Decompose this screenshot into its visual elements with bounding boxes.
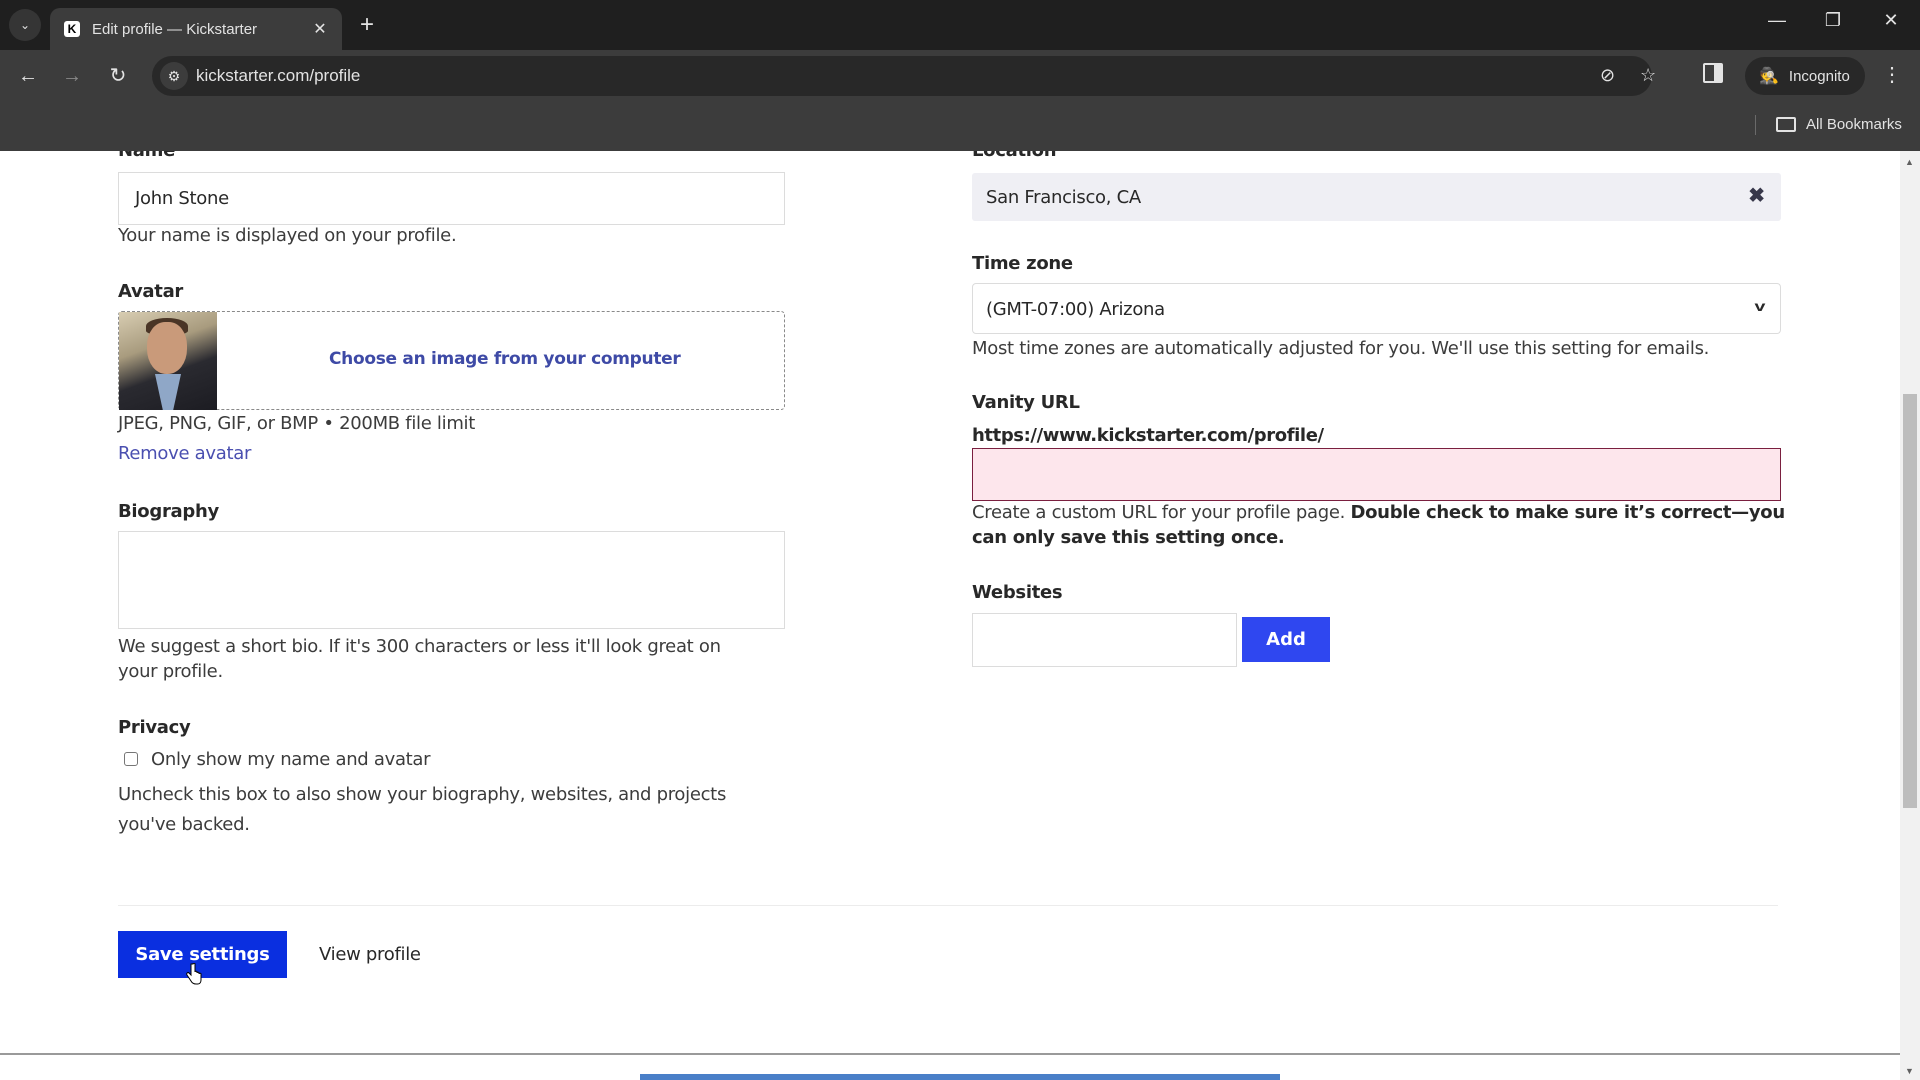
incognito-label: Incognito (1788, 67, 1850, 85)
footer-divider (0, 1053, 1900, 1055)
tab-title: Edit profile — Kickstarter (92, 20, 258, 38)
tab-close-icon[interactable]: ✕ (310, 19, 330, 39)
view-profile-link[interactable]: View profile (319, 944, 421, 965)
all-bookmarks-label: All Bookmarks (1806, 116, 1902, 133)
clear-location-icon[interactable]: ✖ (1748, 183, 1765, 208)
bookmark-star-icon[interactable]: ☆ (1640, 65, 1656, 86)
edit-profile-page: Name John Stone Your name is displayed o… (0, 151, 1900, 1080)
timezone-select[interactable]: (GMT-07:00) Arizona v (972, 283, 1781, 334)
url-text[interactable]: kickstarter.com/profile (196, 66, 360, 86)
avatar-help-text: JPEG, PNG, GIF, or BMP • 200MB file limi… (118, 413, 476, 434)
biography-help-text: We suggest a short bio. If it's 300 char… (118, 636, 721, 682)
chevron-down-icon: ⌄ (19, 18, 31, 32)
bookmarks-bar: All Bookmarks (0, 102, 1920, 151)
vanity-url-help: Create a custom URL for your profile pag… (972, 500, 1792, 550)
side-panel-icon[interactable] (1703, 63, 1723, 83)
site-info-icon[interactable]: ⚙ (160, 62, 188, 90)
page-scrollbar[interactable]: ▲ ▼ (1900, 151, 1920, 1080)
actions-divider (118, 905, 1778, 906)
browser-menu-icon[interactable]: ⋮ (1882, 62, 1902, 87)
websites-label: Websites (972, 582, 1063, 603)
timezone-selected: (GMT-07:00) Arizona (986, 299, 1165, 320)
incognito-icon: 🕵 (1759, 68, 1779, 85)
vanity-url-prefix: https://www.kickstarter.com/profile/ (972, 425, 1324, 446)
forward-arrow-icon[interactable]: → (58, 63, 86, 91)
avatar-dropzone[interactable]: Choose an image from your computer (118, 311, 785, 410)
vanity-url-label: Vanity URL (972, 392, 1080, 413)
avatar-label: Avatar (118, 281, 183, 302)
kickstarter-favicon-icon: K (64, 21, 80, 37)
folder-icon (1776, 117, 1796, 132)
biography-label: Biography (118, 501, 219, 522)
timezone-label: Time zone (972, 253, 1073, 274)
reload-icon[interactable]: ↻ (104, 63, 132, 91)
name-input-value[interactable]: John Stone (135, 188, 229, 209)
location-label: Location (972, 151, 1057, 161)
scroll-up-arrow-icon[interactable]: ▲ (1905, 157, 1914, 167)
browser-toolbar: ← → ↻ ⚙ kickstarter.com/profile ⊘ ☆ 🕵 In… (0, 50, 1920, 102)
location-value[interactable]: San Francisco, CA (986, 187, 1141, 208)
add-website-button[interactable]: Add (1242, 617, 1330, 662)
new-tab-button[interactable]: + (354, 12, 380, 38)
bottom-progress-bar (640, 1074, 1280, 1080)
restore-icon[interactable]: ❐ (1818, 10, 1848, 31)
hand-cursor-icon (186, 963, 202, 985)
vanity-url-help-regular: Create a custom URL for your profile pag… (972, 502, 1351, 523)
biography-textarea[interactable] (118, 531, 785, 629)
scrollbar-thumb[interactable] (1903, 394, 1917, 808)
name-input[interactable]: John Stone (118, 172, 785, 225)
name-help-text: Your name is displayed on your profile. (118, 225, 457, 246)
browser-tab-active[interactable]: K Edit profile — Kickstarter ✕ (50, 8, 342, 50)
scroll-down-arrow-icon[interactable]: ▼ (1905, 1066, 1914, 1076)
name-label: Name (118, 151, 175, 161)
privacy-checkbox[interactable] (124, 752, 138, 766)
timezone-help-text: Most time zones are automatically adjust… (972, 338, 1710, 359)
window-close-icon[interactable]: ✕ (1876, 10, 1906, 31)
browser-tab-bar: ⌄ K Edit profile — Kickstarter ✕ + — ❐ ✕ (0, 0, 1920, 50)
remove-avatar-link[interactable]: Remove avatar (118, 443, 251, 464)
minimize-icon[interactable]: — (1762, 10, 1792, 31)
chevron-down-icon: v (1754, 298, 1766, 314)
privacy-checkbox-label[interactable]: Only show my name and avatar (151, 747, 431, 772)
bookmarks-separator (1755, 115, 1756, 135)
avatar-image (119, 312, 217, 410)
privacy-label: Privacy (118, 717, 191, 738)
back-arrow-icon[interactable]: ← (14, 63, 42, 91)
all-bookmarks-button[interactable]: All Bookmarks (1776, 116, 1902, 133)
save-settings-button[interactable]: Save settings (118, 931, 287, 978)
incognito-badge[interactable]: 🕵 Incognito (1745, 57, 1865, 95)
eye-off-icon[interactable]: ⊘ (1600, 65, 1615, 86)
vanity-url-input[interactable] (972, 448, 1781, 501)
websites-input[interactable] (972, 613, 1237, 667)
location-input[interactable]: San Francisco, CA ✖ (972, 173, 1781, 221)
tab-list-button[interactable]: ⌄ (9, 9, 41, 41)
privacy-help-text: Uncheck this box to also show your biogr… (118, 784, 727, 835)
choose-image-link[interactable]: Choose an image from your computer (329, 349, 681, 369)
address-bar[interactable]: ⚙ kickstarter.com/profile ⊘ ☆ (152, 56, 1656, 96)
